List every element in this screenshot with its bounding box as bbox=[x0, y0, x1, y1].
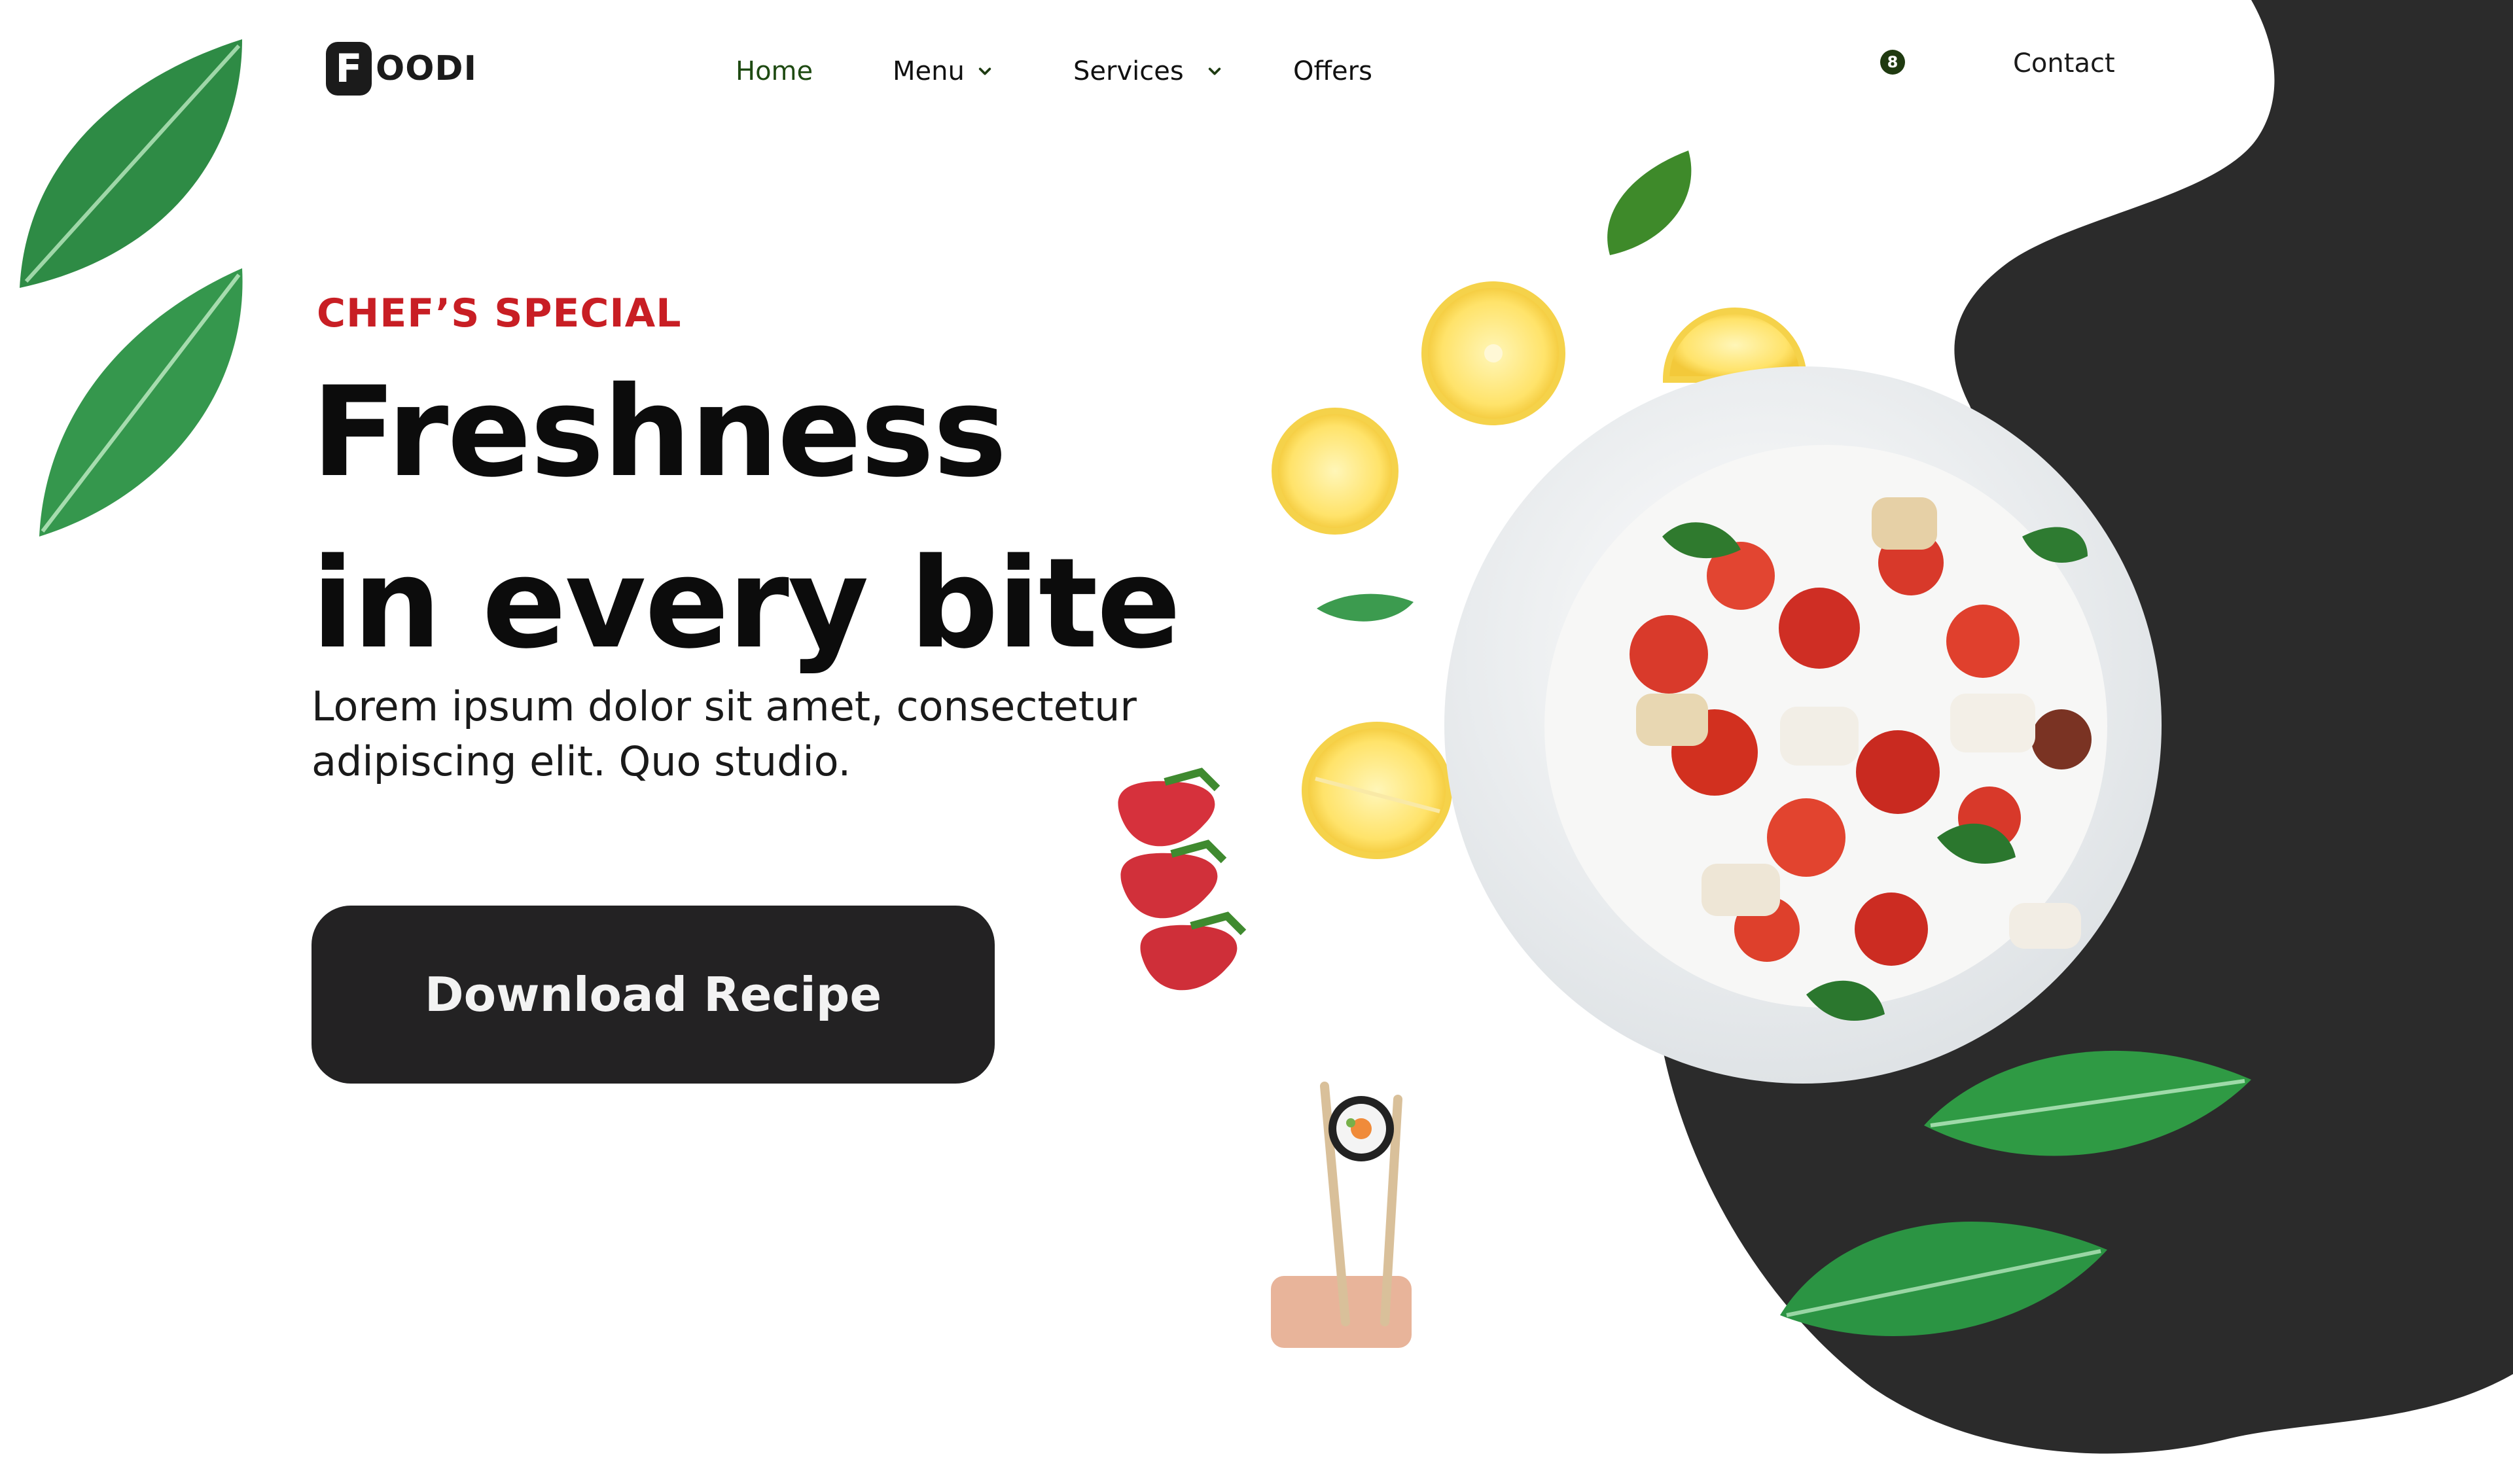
logo-mark: F bbox=[326, 42, 372, 96]
leaf-icon bbox=[1607, 150, 1692, 255]
hero-headline-line-1: Freshness bbox=[312, 360, 1007, 504]
leaf-icon bbox=[1317, 593, 1414, 622]
nav-services[interactable]: Services bbox=[1073, 56, 1222, 86]
sushi-chopsticks-icon bbox=[1271, 1082, 1412, 1348]
download-recipe-button[interactable]: Download Recipe bbox=[312, 906, 995, 1084]
strawberry-icon bbox=[1120, 839, 1227, 919]
nav-home[interactable]: Home bbox=[736, 56, 813, 86]
leaf-icon bbox=[1924, 1050, 2251, 1156]
hero-eyebrow: CHEF’S SPECIAL bbox=[317, 291, 682, 336]
nav-offers[interactable]: Offers bbox=[1293, 56, 1372, 86]
leaf-icon bbox=[1780, 1222, 2107, 1336]
leaf-icon bbox=[39, 268, 243, 537]
logo-text: OODI bbox=[376, 49, 477, 88]
contact-link[interactable]: Contact bbox=[2013, 48, 2115, 79]
cart-badge[interactable]: 8 bbox=[1880, 50, 1905, 75]
strawberry-icon bbox=[1140, 911, 1247, 991]
brand-logo[interactable]: F OODI bbox=[326, 42, 477, 96]
lemon-slice-icon bbox=[1302, 722, 1452, 859]
lemon-slice-icon bbox=[1421, 281, 1565, 425]
leaf-icon bbox=[20, 39, 242, 288]
chevron-down-icon bbox=[1208, 67, 1221, 75]
lemon-slice-icon bbox=[1272, 408, 1399, 535]
nav-home-label: Home bbox=[736, 56, 813, 86]
hero-headline-line-2: in every bite bbox=[312, 531, 1181, 676]
nav-services-label: Services bbox=[1073, 56, 1184, 86]
nav-menu[interactable]: Menu bbox=[893, 56, 992, 86]
hero-headline: Freshness in every bite bbox=[312, 347, 1181, 690]
lemon-slice-icon bbox=[1662, 308, 1808, 383]
hero-description: Lorem ipsum dolor sit amet, consectetur … bbox=[312, 682, 1137, 785]
chevron-down-icon bbox=[978, 67, 991, 75]
nav-menu-label: Menu bbox=[893, 56, 965, 86]
nav-offers-label: Offers bbox=[1293, 56, 1372, 86]
salad-plate-image bbox=[1444, 366, 2162, 1084]
